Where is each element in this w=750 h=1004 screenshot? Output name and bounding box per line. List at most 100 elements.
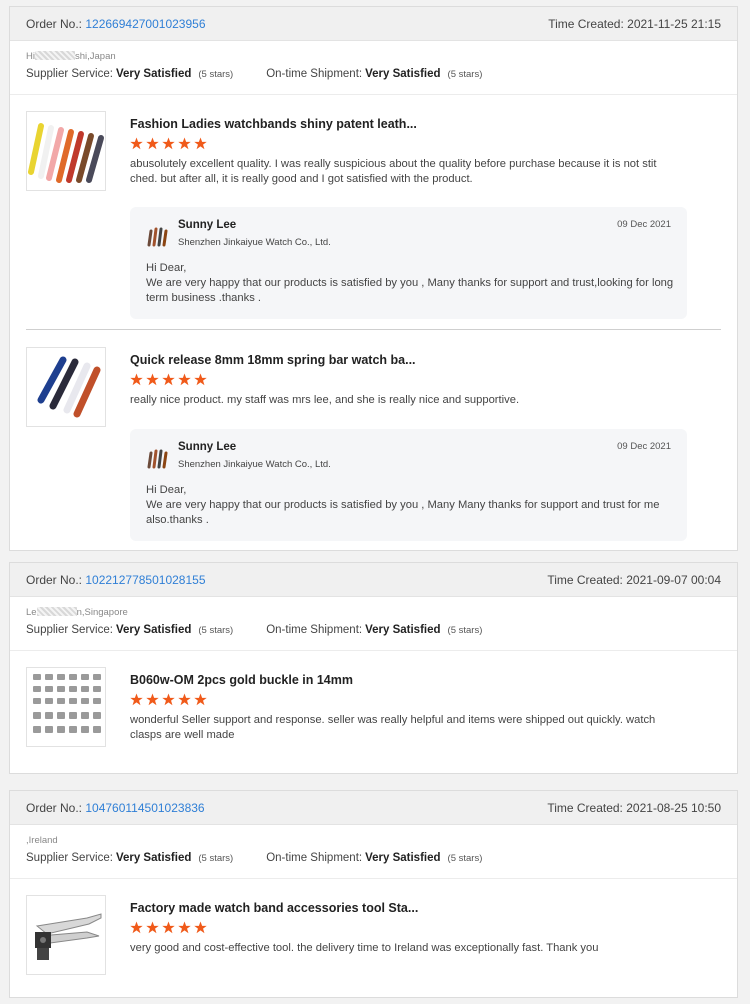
shipment-stars-note: (5 stars)	[447, 625, 483, 636]
star-icon	[130, 693, 143, 706]
order-ratings: Supplier Service: Very Satisfied (5 star…	[26, 68, 737, 84]
ontime-shipment-label: On-time Shipment:	[266, 68, 363, 80]
supplier-avatar	[146, 223, 172, 249]
buyer-country: shi,Japan	[74, 51, 116, 62]
time-created: Time Created: 2021-11-25 21:15	[548, 17, 721, 31]
review-item: Fashion Ladies watchbands shiny patent l…	[26, 111, 721, 321]
order-no-label: Order No.:	[26, 800, 83, 815]
reply-date: 09 Dec 2021	[617, 219, 671, 230]
order-card: Order No.: 102212778501028155 Time Creat…	[9, 562, 738, 774]
review-item: B060w-OM 2pcs gold buckle in 14mm wonder…	[26, 667, 721, 757]
review-comment: abusolutely excellent quality. I was rea…	[130, 158, 657, 185]
supplier-service-label: Supplier Service:	[26, 852, 113, 864]
order-header: Order No.: 104760114501023836 Time Creat…	[10, 791, 737, 825]
buyer-location: ,Ireland	[26, 835, 737, 846]
star-icon	[130, 373, 143, 386]
time-created-label: Time Created:	[547, 800, 623, 815]
supplier-service-value: Very Satisfied	[115, 68, 192, 80]
order-card: Order No.: 122669427001023956 Time Creat…	[9, 6, 738, 551]
star-rating	[130, 693, 207, 706]
buyer-location: Hi shi,Japan	[26, 51, 737, 62]
order-no-label: Order No.:	[26, 16, 83, 31]
ontime-shipment-value: Very Satisfied	[365, 68, 441, 80]
order-number: Order No.: 102212778501028155	[26, 573, 206, 587]
time-created-value: 2021-09-07 00:04	[626, 572, 721, 587]
shipment-stars-note: (5 stars)	[447, 853, 483, 864]
order-header: Order No.: 102212778501028155 Time Creat…	[10, 563, 737, 597]
product-thumbnail[interactable]	[26, 111, 106, 191]
order-number-link[interactable]: 102212778501028155	[85, 573, 205, 587]
order-ratings: Supplier Service: Very Satisfied (5 star…	[26, 852, 737, 868]
star-rating	[130, 921, 207, 934]
order-number: Order No.: 122669427001023956	[26, 17, 206, 31]
order-number-link[interactable]: 122669427001023956	[85, 17, 205, 31]
supplier-stars-note: (5 stars)	[198, 69, 234, 80]
masked-name	[34, 51, 75, 60]
buyer-country: ,Ireland	[26, 835, 58, 846]
product-name-link[interactable]: B060w-OM 2pcs gold buckle in 14mm	[130, 673, 353, 687]
order-ratings: Supplier Service: Very Satisfied (5 star…	[26, 624, 737, 640]
order-number: Order No.: 104760114501023836	[26, 801, 205, 815]
star-icon	[178, 137, 191, 150]
time-created-label: Time Created:	[547, 572, 623, 587]
buyer-country: n,Singapore	[76, 607, 128, 618]
time-created: Time Created: 2021-08-25 10:50	[547, 801, 721, 815]
product-thumbnail[interactable]	[26, 347, 106, 427]
star-icon	[178, 373, 191, 386]
review-comment: wonderful Seller support and response. s…	[130, 714, 656, 741]
shipment-stars-note: (5 stars)	[447, 69, 483, 80]
order-no-label: Order No.:	[26, 572, 83, 587]
star-icon	[162, 373, 175, 386]
ontime-shipment-value: Very Satisfied	[365, 624, 441, 636]
product-name-link[interactable]: Factory made watch band accessories tool…	[130, 901, 418, 915]
order-header: Order No.: 122669427001023956 Time Creat…	[10, 7, 737, 41]
masked-name	[36, 607, 77, 616]
star-icon	[162, 137, 175, 150]
supplier-service-label: Supplier Service:	[26, 624, 113, 636]
supplier-stars-note: (5 stars)	[198, 853, 234, 864]
ontime-shipment-value: Very Satisfied	[365, 852, 441, 864]
product-thumbnail[interactable]	[26, 895, 106, 975]
review-comment: very good and cost-effective tool. the d…	[130, 942, 599, 954]
supplier-reply: Sunny Lee Shenzhen Jinkaiyue Watch Co., …	[130, 429, 687, 541]
star-icon	[130, 921, 143, 934]
ontime-shipment-label: On-time Shipment:	[266, 852, 363, 864]
reply-text: Hi Dear, We are very happy that our prod…	[146, 484, 660, 526]
product-name-link[interactable]: Fashion Ladies watchbands shiny patent l…	[130, 117, 417, 131]
reply-date: 09 Dec 2021	[617, 441, 671, 452]
supplier-company: Shenzhen Jinkaiyue Watch Co., Ltd.	[178, 459, 331, 470]
star-icon	[178, 693, 191, 706]
star-rating	[130, 373, 207, 386]
ontime-shipment-label: On-time Shipment:	[266, 624, 363, 636]
star-icon	[146, 373, 159, 386]
time-created-value: 2021-11-25 21:15	[627, 16, 721, 31]
buyer-name-prefix: Hi	[26, 51, 35, 62]
supplier-service-value: Very Satisfied	[115, 852, 192, 864]
product-thumbnail[interactable]	[26, 667, 106, 747]
product-name-link[interactable]: Quick release 8mm 18mm spring bar watch …	[130, 353, 416, 367]
supplier-rep-name: Sunny Lee	[178, 219, 237, 231]
review-item: Quick release 8mm 18mm spring bar watch …	[26, 347, 721, 547]
supplier-company: Shenzhen Jinkaiyue Watch Co., Ltd.	[178, 237, 331, 248]
star-icon	[194, 373, 207, 386]
order-number-link[interactable]: 104760114501023836	[85, 801, 204, 815]
supplier-stars-note: (5 stars)	[198, 625, 234, 636]
supplier-reply: Sunny Lee Shenzhen Jinkaiyue Watch Co., …	[130, 207, 687, 319]
star-icon	[194, 137, 207, 150]
star-icon	[194, 921, 207, 934]
star-icon	[146, 137, 159, 150]
supplier-service-label: Supplier Service:	[26, 68, 113, 80]
reply-text: Hi Dear, We are very happy that our prod…	[146, 262, 674, 304]
star-icon	[146, 693, 159, 706]
review-item: Factory made watch band accessories tool…	[26, 895, 721, 985]
star-rating	[130, 137, 207, 150]
buyer-location: Le n,Singapore	[26, 607, 737, 618]
supplier-service-value: Very Satisfied	[115, 624, 192, 636]
star-icon	[178, 921, 191, 934]
star-icon	[162, 693, 175, 706]
time-created-label: Time Created:	[548, 16, 624, 31]
buyer-name-prefix: Le	[26, 607, 37, 618]
supplier-rep-name: Sunny Lee	[178, 441, 237, 453]
star-icon	[146, 921, 159, 934]
order-card: Order No.: 104760114501023836 Time Creat…	[9, 790, 738, 998]
